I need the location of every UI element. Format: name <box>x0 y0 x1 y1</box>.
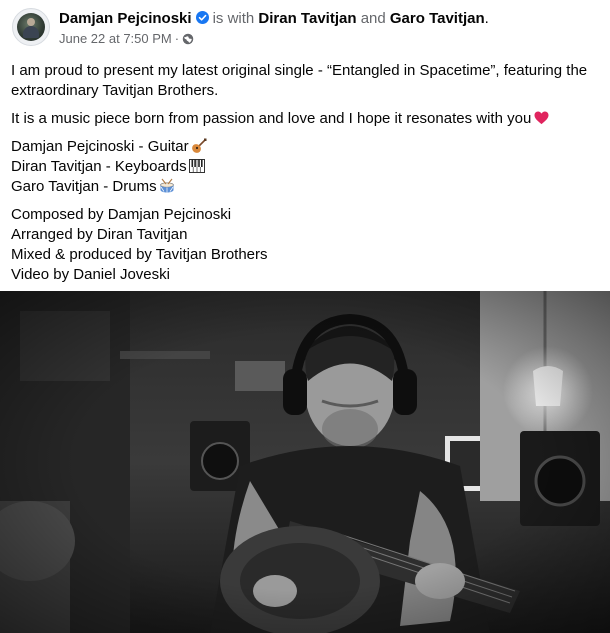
passion-paragraph: It is a music piece born from passion an… <box>11 109 601 129</box>
red-heart-emoji-icon <box>534 111 549 125</box>
musician-line-keyboards: Diran Tavitjan - Keyboards <box>11 157 601 177</box>
musician-text: Garo Tavitjan - Drums <box>11 178 157 195</box>
meta-separator: · <box>174 31 180 46</box>
drum-emoji-icon <box>159 178 174 193</box>
credit-line: Composed by Damjan Pejcinoski <box>11 206 232 223</box>
guitarist-photo <box>0 291 610 633</box>
credit-line: Arranged by Diran Tavitjan <box>11 226 188 243</box>
musician-line-drums: Garo Tavitjan - Drums <box>11 177 601 197</box>
and-text: and <box>360 10 386 27</box>
post-title-line: Damjan Pejcinoski is with Diran Tavitjan… <box>59 9 489 28</box>
post-header: Damjan Pejcinoski is with Diran Tavitjan… <box>12 8 489 47</box>
credit-line: Mixed & produced by Tavitjan Brothers <box>11 246 268 263</box>
verified-badge-icon <box>195 11 209 24</box>
tagged-person-link-diran[interactable]: Diran Tavitjan <box>258 10 356 27</box>
post-meta: Damjan Pejcinoski is with Diran Tavitjan… <box>59 9 489 47</box>
musician-text: Diran Tavitjan - Keyboards <box>11 158 187 175</box>
guitar-emoji-icon <box>191 138 207 153</box>
post-video-thumbnail[interactable] <box>0 291 610 633</box>
post-text: I am proud to present my latest original… <box>11 61 601 293</box>
keyboard-emoji-icon <box>188 159 205 173</box>
musician-text: Damjan Pejcinoski - Guitar <box>11 138 189 155</box>
post-timestamp-link[interactable]: June 22 at 7:50 PM <box>59 31 172 47</box>
credits-list: Composed by Damjan Pejcinoski Arranged b… <box>11 205 601 285</box>
avatar-head <box>27 18 35 26</box>
credit-line: Video by Daniel Joveski <box>11 266 170 283</box>
intro-paragraph: I am proud to present my latest original… <box>11 62 588 99</box>
musician-line-guitar: Damjan Pejcinoski - Guitar <box>11 137 601 157</box>
avatar-body <box>23 26 39 38</box>
author-avatar[interactable] <box>12 8 50 46</box>
musicians-list: Damjan Pejcinoski - Guitar Diran Tavitja… <box>11 137 601 197</box>
title-period: . <box>484 10 489 27</box>
passion-text: It is a music piece born from passion an… <box>11 110 532 127</box>
tagged-person-link-garo[interactable]: Garo Tavitjan <box>390 10 485 27</box>
post-subline: June 22 at 7:50 PM · <box>59 31 489 47</box>
is-with-text: is with <box>212 10 255 27</box>
author-name-link[interactable]: Damjan Pejcinoski <box>59 10 192 27</box>
globe-icon[interactable] <box>182 33 194 45</box>
facebook-post: Damjan Pejcinoski is with Diran Tavitjan… <box>0 0 610 633</box>
